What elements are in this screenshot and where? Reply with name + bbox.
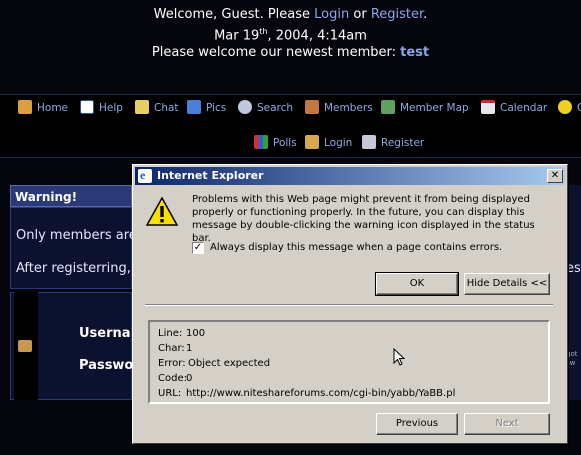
detail-char: Char:1: [158, 343, 193, 354]
mouse-pointer-icon: [393, 348, 405, 366]
dialog-separator: [145, 304, 553, 306]
newest-member-link[interactable]: test: [400, 45, 429, 60]
nav-help[interactable]: Help: [80, 100, 123, 114]
newest-member-text: Please welcome our newest member:: [151, 45, 401, 61]
close-button[interactable]: ✕: [547, 169, 563, 183]
welcome-text: Welcome, Guest. Please: [153, 7, 315, 22]
home-icon: [18, 100, 32, 114]
nav-pics[interactable]: Pics: [187, 100, 226, 114]
detail-code: Code:0: [158, 373, 193, 384]
nav-members[interactable]: Members: [305, 100, 373, 114]
warning-icon: [146, 197, 178, 226]
members-icon: [305, 100, 319, 114]
detail-error: Error: Object expected: [158, 358, 271, 369]
dialog-title: Internet Explorer: [157, 169, 264, 182]
calendar-icon: [481, 100, 495, 114]
chat-icon: [135, 100, 149, 114]
member-map-icon: [381, 100, 395, 114]
after-registering-text: After registerring,: [16, 261, 131, 276]
nav-calendar[interactable]: Calendar: [481, 100, 547, 114]
warning-panel: [10, 207, 132, 289]
ie-logo-icon: e: [138, 168, 152, 183]
login-side-strip: [14, 292, 38, 400]
games-icon: [558, 100, 572, 114]
nav-home[interactable]: Home: [18, 100, 68, 114]
login-side-icon: [18, 340, 32, 352]
nav-games[interactable]: Ga: [558, 100, 581, 114]
next-button[interactable]: Next: [464, 413, 550, 435]
always-display-label[interactable]: Always display this message when a page …: [210, 242, 502, 253]
ie-error-dialog: e Internet Explorer ✕ Problems with this…: [132, 164, 568, 444]
register-icon: [362, 135, 376, 149]
hide-details-button[interactable]: Hide Details <<: [464, 273, 550, 295]
polls-icon: [254, 135, 268, 149]
welcome-banner: Welcome, Guest. Please Login or Register…: [0, 6, 581, 61]
detail-url: URL: http://www.niteshareforums.com/cgi-b…: [158, 388, 456, 399]
camera-icon: [187, 100, 201, 114]
forum-navbar: Home Help Chat Pics Search Members Membe…: [0, 94, 581, 158]
nav-polls[interactable]: Polls: [254, 135, 297, 149]
right-text-fragment: es: [566, 261, 581, 276]
login-link[interactable]: Login: [314, 7, 349, 22]
help-icon: [80, 100, 94, 114]
register-link[interactable]: Register: [371, 7, 423, 22]
detail-line: Line: 100: [158, 328, 206, 339]
nav-member-map[interactable]: Member Map: [381, 100, 469, 114]
members-only-text: Only members are: [16, 228, 137, 243]
warning-heading: Warning!: [10, 185, 132, 207]
previous-button[interactable]: Previous: [376, 413, 458, 435]
search-icon: [238, 100, 252, 114]
nav-register[interactable]: Register: [362, 135, 424, 149]
error-message: Problems with this Web page might preven…: [192, 194, 535, 244]
nav-chat[interactable]: Chat: [135, 100, 179, 114]
login-icon: [305, 135, 319, 149]
password-label: Passwo: [79, 358, 134, 373]
current-date: Mar 19th, 2004, 4:14am: [214, 27, 367, 44]
forum-page: Welcome, Guest. Please Login or Register…: [0, 0, 581, 455]
nav-login[interactable]: Login: [305, 135, 352, 149]
username-label: Userna: [79, 326, 131, 341]
nav-search[interactable]: Search: [238, 100, 293, 114]
dialog-titlebar[interactable]: e Internet Explorer ✕: [135, 167, 565, 185]
error-details-box: Line: 100 Char:1 Error: Object expected Co…: [148, 320, 550, 404]
ok-button[interactable]: OK: [375, 272, 459, 296]
always-display-checkbox[interactable]: ✓: [192, 242, 204, 254]
